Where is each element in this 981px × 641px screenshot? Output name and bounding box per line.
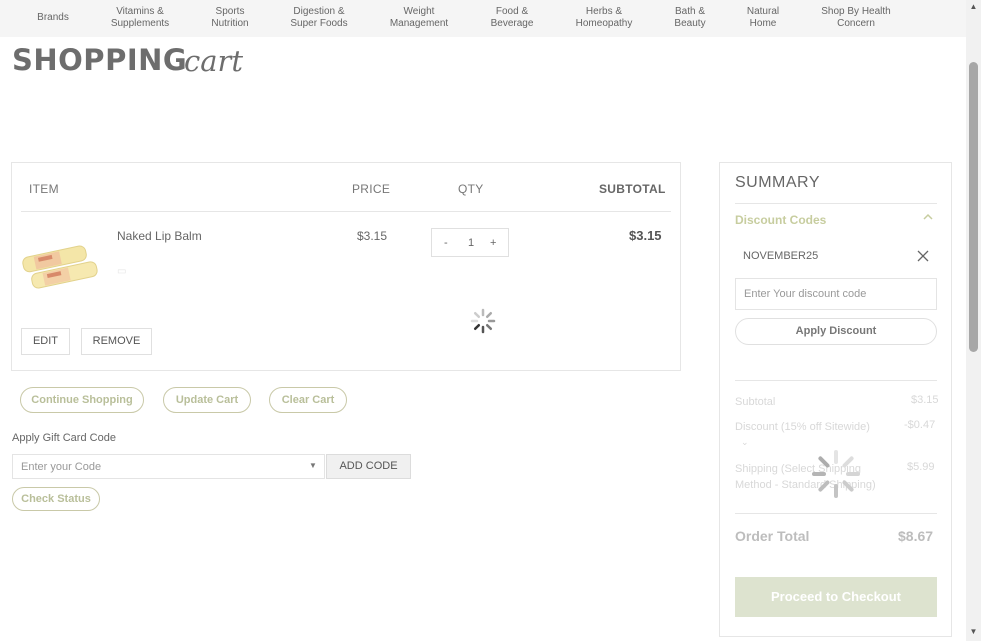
gift-card-label: Apply Gift Card Code — [12, 432, 116, 444]
summary-discount-value: -$0.47 — [904, 419, 936, 431]
close-icon[interactable] — [917, 250, 929, 262]
header-subtotal: SUBTOTAL — [599, 182, 666, 196]
header-item: ITEM — [29, 182, 59, 196]
scroll-up-icon[interactable]: ▲ — [966, 0, 981, 14]
qty-minus-button[interactable]: - — [444, 237, 448, 249]
nav-item-bath-beauty[interactable]: Bath & Beauty — [674, 6, 705, 30]
chevron-up-icon[interactable] — [922, 211, 934, 223]
edit-button[interactable]: EDIT — [21, 328, 70, 355]
scroll-thumb[interactable] — [969, 62, 978, 352]
header-price: PRICE — [352, 182, 391, 196]
totals-divider — [735, 380, 937, 381]
product-option-faint: ▭ — [117, 266, 127, 277]
scroll-down-icon[interactable]: ▼ — [966, 625, 981, 639]
summary-discount-label: Discount (15% off Sitewide) — [735, 421, 870, 433]
nav-item-weight-management[interactable]: Weight Management — [390, 6, 448, 30]
header-divider — [21, 211, 671, 212]
page-title-script: cart — [184, 44, 244, 78]
proceed-to-checkout-button[interactable]: Proceed to Checkout — [735, 577, 937, 617]
line-subtotal: $3.15 — [629, 228, 662, 243]
summary-shipping-value: $5.99 — [907, 461, 935, 473]
summary-title: SUMMARY — [735, 174, 820, 191]
chevron-down-icon[interactable]: ▼ — [309, 461, 317, 470]
loading-spinner-icon — [470, 308, 496, 334]
update-cart-button[interactable]: Update Cart — [163, 387, 251, 413]
nav-item-health-concern[interactable]: Shop By Health Concern — [821, 6, 891, 30]
product-image[interactable] — [22, 238, 102, 293]
add-code-button[interactable]: ADD CODE — [326, 454, 411, 479]
nav-item-brands[interactable]: Brands — [37, 12, 69, 24]
page-title: SHOPPING — [12, 43, 188, 77]
discount-code-input[interactable]: Enter Your discount code — [735, 278, 937, 310]
order-total-divider — [735, 513, 937, 514]
summary-subtotal-label: Subtotal — [735, 396, 776, 408]
product-name[interactable]: Naked Lip Balm — [117, 229, 202, 243]
remove-button[interactable]: REMOVE — [81, 328, 152, 355]
discount-codes-toggle[interactable]: Discount Codes — [735, 213, 826, 227]
apply-discount-button[interactable]: Apply Discount — [735, 318, 937, 345]
nav-item-natural-home[interactable]: Natural Home — [747, 6, 779, 30]
applied-discount-code: NOVEMBER25 — [743, 250, 819, 262]
order-total-value: $8.67 — [898, 528, 934, 544]
header-qty: QTY — [458, 182, 484, 196]
page-scrollbar[interactable]: ▲ ▼ — [966, 0, 981, 641]
discount-expand-icon[interactable]: ⌄ — [741, 434, 749, 450]
summary-subtotal-value: $3.15 — [911, 394, 939, 406]
nav-item-vitamins[interactable]: Vitamins & Supplements — [111, 6, 169, 30]
gift-card-input[interactable]: Enter your Code — [12, 454, 325, 479]
top-navigation: Brands Vitamins & Supplements Sports Nut… — [0, 0, 966, 37]
nav-item-herbs[interactable]: Herbs & Homeopathy — [576, 6, 633, 30]
check-status-button[interactable]: Check Status — [12, 487, 100, 511]
nav-item-digestion[interactable]: Digestion & Super Foods — [290, 6, 347, 30]
order-total-label: Order Total — [735, 528, 810, 544]
qty-plus-button[interactable]: + — [490, 237, 496, 249]
quantity-stepper[interactable]: - 1 + — [431, 228, 509, 257]
summary-loading-spinner-icon — [812, 450, 860, 498]
summary-divider — [735, 203, 937, 204]
nav-item-food-beverage[interactable]: Food & Beverage — [491, 6, 534, 30]
nav-item-sports-nutrition[interactable]: Sports Nutrition — [211, 6, 248, 30]
continue-shopping-button[interactable]: Continue Shopping — [20, 387, 144, 413]
product-price: $3.15 — [357, 229, 388, 243]
clear-cart-button[interactable]: Clear Cart — [269, 387, 347, 413]
qty-value[interactable]: 1 — [468, 237, 474, 249]
